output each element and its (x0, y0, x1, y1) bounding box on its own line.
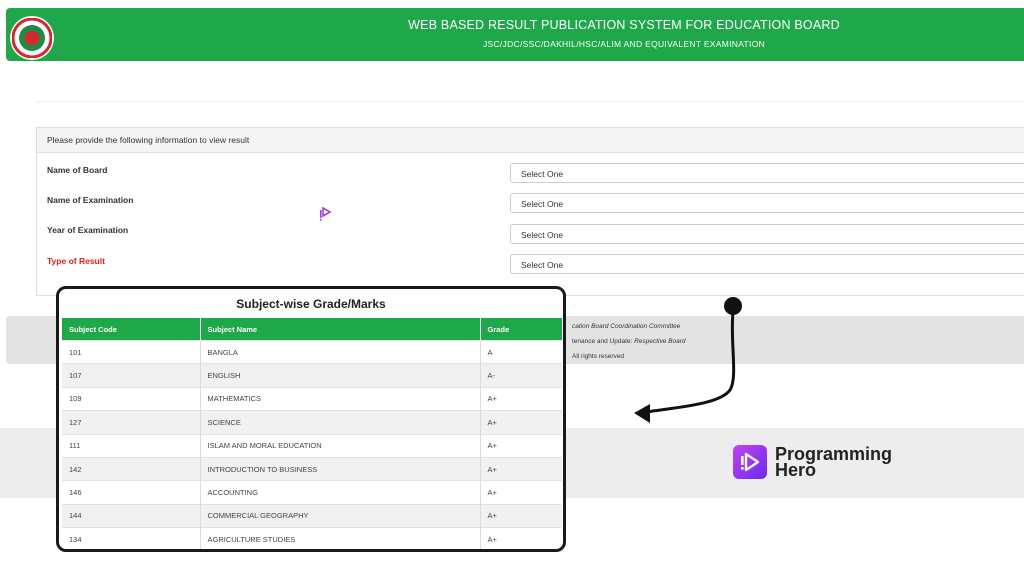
subject-name-cell: ENGLISH (200, 363, 481, 388)
brand-name-line2: Hero (775, 460, 817, 480)
grade-cell: A+ (480, 527, 562, 549)
page-title: WEB BASED RESULT PUBLICATION SYSTEM FOR … (408, 18, 840, 32)
grade-cell: A+ (480, 480, 562, 505)
subject-code-cell: 134 (62, 527, 201, 549)
page-subtitle: JSC/JDC/SSC/DAKHIL/HSC/ALIM AND EQUIVALE… (482, 39, 766, 49)
table-row: 109 MATHEMATICS A+ (62, 386, 562, 411)
subject-name-cell: MATHEMATICS (200, 386, 481, 411)
subject-code-cell: 107 (62, 363, 201, 388)
table-row: 144 COMMERCIAL GEOGRAPHY A+ (62, 503, 562, 528)
subject-name-cell: ISLAM AND MORAL EDUCATION (200, 433, 481, 458)
table-row: 146 ACCOUNTING A+ (62, 480, 562, 505)
subject-code-cell: 109 (62, 386, 201, 411)
result-type-label: Type of Result (47, 256, 105, 266)
result-type-select[interactable]: Select One (510, 254, 1024, 274)
year-label: Year of Examination (47, 225, 129, 235)
footer-rights: All rights reserved (572, 353, 625, 360)
subject-name-cell: INTRODUCTION TO BUSINESS (200, 456, 481, 481)
brand-name: Programming Hero (775, 445, 892, 480)
subject-code-cell: 111 (62, 433, 201, 458)
examination-label: Name of Examination (47, 195, 134, 205)
government-seal-icon[interactable] (10, 16, 54, 60)
grade-cell: A+ (480, 386, 562, 411)
year-select[interactable]: Select One (510, 224, 1024, 244)
subject-name-cell: BANGLA (200, 339, 481, 364)
subject-code-cell: 142 (62, 456, 201, 481)
subject-code-cell: 127 (62, 410, 201, 435)
grade-cell: A+ (480, 410, 562, 435)
programming-hero-logo-icon (733, 445, 767, 479)
grades-table: Subject Code Subject Name Grade 101 BANG… (62, 318, 562, 549)
grade-cell: A- (480, 363, 562, 388)
grades-card-title: Subject-wise Grade/Marks (236, 297, 386, 311)
board-label: Name of Board (47, 165, 108, 175)
divider (36, 101, 1024, 102)
table-row: 101 BANGLA A (62, 339, 562, 364)
subject-code-cell: 101 (62, 339, 201, 364)
form-heading: Please provide the following information… (37, 128, 1024, 153)
column-header-subject-name: Subject Name (200, 318, 481, 341)
grade-cell: A+ (480, 503, 562, 528)
column-header-grade: Grade (480, 318, 562, 341)
subject-code-cell: 144 (62, 503, 201, 528)
grade-cell: A+ (480, 433, 562, 458)
column-header-subject-code: Subject Code (62, 318, 201, 341)
subject-name-cell: COMMERCIAL GEOGRAPHY (200, 503, 481, 528)
table-row: 111 ISLAM AND MORAL EDUCATION A+ (62, 433, 562, 458)
cursor-icon (320, 206, 332, 226)
table-row: 142 INTRODUCTION TO BUSINESS A+ (62, 456, 562, 481)
table-header-row: Subject Code Subject Name Grade (62, 318, 562, 341)
grades-card: Subject-wise Grade/Marks Subject Code Su… (56, 286, 566, 552)
table-row: 134 AGRICULTURE STUDIES A+ (62, 527, 562, 549)
grade-cell: A (480, 339, 562, 364)
examination-select[interactable]: Select One (510, 193, 1024, 213)
subject-name-cell: AGRICULTURE STUDIES (200, 527, 481, 549)
subject-name-cell: ACCOUNTING (200, 480, 481, 505)
grade-cell: A+ (480, 456, 562, 481)
subject-name-cell: SCIENCE (200, 410, 481, 435)
result-form-panel: Please provide the following information… (36, 127, 1024, 296)
table-row: 107 ENGLISH A- (62, 363, 562, 388)
subject-code-cell: 146 (62, 480, 201, 505)
site-header: WEB BASED RESULT PUBLICATION SYSTEM FOR … (6, 8, 1024, 61)
table-row: 127 SCIENCE A+ (62, 410, 562, 435)
callout-arrow (620, 292, 750, 432)
board-select[interactable]: Select One (510, 163, 1024, 183)
